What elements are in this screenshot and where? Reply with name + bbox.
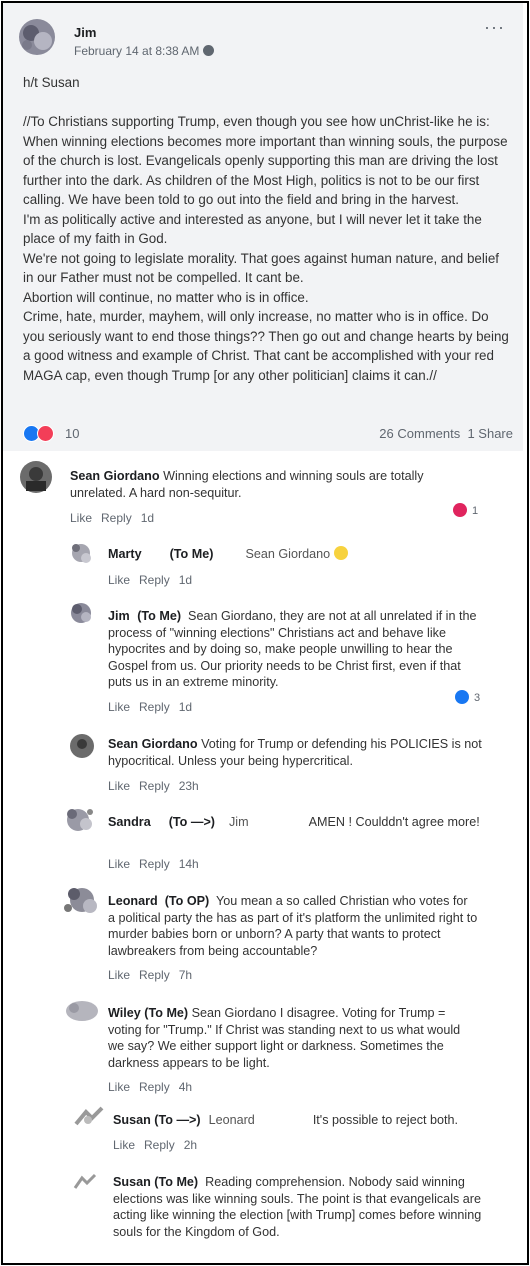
comment-tag: (To Me) [144, 1006, 189, 1020]
sandra-avatar[interactable] [60, 802, 100, 838]
comment-6: Wiley (To Me) Sean Giordano I disagree. … [108, 1005, 478, 1071]
smiley-emoji-icon [334, 546, 349, 560]
reply-link[interactable]: Reply [139, 700, 170, 714]
comment-4: Sandra (To —>) Jim AMEN ! Coulddn't agree m… [108, 814, 488, 831]
comment-time[interactable]: 1d [141, 511, 154, 525]
comment-author[interactable]: Sean Giordano [70, 469, 160, 483]
comment-actions: Like Reply 23h [108, 779, 208, 793]
comment-mention[interactable]: Jim [229, 815, 249, 829]
comment-time[interactable]: 23h [179, 779, 199, 793]
comment-text: You mean a so called Christian who votes… [108, 894, 478, 958]
like-link[interactable]: Like [108, 779, 130, 793]
susan-avatar[interactable] [72, 1104, 106, 1130]
comment-tag: (To Me) [137, 609, 182, 623]
jim-comment-avatar[interactable] [66, 598, 96, 628]
comment-actions: Like Reply 1d [70, 511, 163, 525]
comment-3: Sean Giordano Voting for Trump or defend… [108, 736, 488, 769]
comment-actions: Like Reply 7h [108, 968, 201, 982]
like-reaction-icon[interactable] [455, 690, 469, 704]
comment-time[interactable]: 2h [184, 1138, 197, 1152]
comments-shares: 26 Comments 1 Share [379, 426, 513, 441]
comment-mention[interactable]: Leonard [209, 1113, 255, 1127]
comment-time[interactable]: 7h [179, 968, 192, 982]
like-link[interactable]: Like [108, 573, 130, 587]
reaction-bar: 10 26 Comments 1 Share [23, 425, 513, 445]
comment-tag: (To Me) [169, 547, 214, 561]
comment-actions: Like Reply 4h [108, 1080, 201, 1094]
wiley-avatar[interactable] [62, 996, 102, 1026]
sean-avatar[interactable] [70, 734, 94, 758]
comment-actions: Like Reply 1d [108, 573, 201, 587]
like-link[interactable]: Like [108, 968, 130, 982]
sean-avatar[interactable] [20, 461, 52, 493]
comment-0: Sean Giordano Winning elections and winn… [70, 468, 470, 501]
reply-link[interactable]: Reply [139, 857, 170, 871]
like-link[interactable]: Like [113, 1138, 135, 1152]
comment-1: Marty (To Me) Sean Giordano [108, 546, 508, 563]
reply-link[interactable]: Reply [139, 573, 170, 587]
comment-author[interactable]: Susan [113, 1175, 151, 1189]
comment-time[interactable]: 1d [179, 700, 192, 714]
reaction-count[interactable]: 3 [474, 692, 480, 704]
marty-avatar[interactable] [66, 539, 96, 567]
love-reaction-icon[interactable] [453, 503, 467, 517]
reply-link[interactable]: Reply [144, 1138, 175, 1152]
comment-actions: Like Reply 1d [108, 700, 201, 714]
comment-author[interactable]: Jim [108, 609, 130, 623]
susan-avatar[interactable] [72, 1172, 98, 1192]
comment-author[interactable]: Sandra [108, 815, 151, 829]
comment-2: Jim (To Me) Sean Giordano, they are not … [108, 608, 478, 691]
post-date[interactable]: February 14 at 8:38 AM [74, 44, 215, 58]
comment-time[interactable]: 14h [179, 857, 199, 871]
comment-reactions: 3 [455, 690, 480, 704]
more-options-icon[interactable]: ··· [484, 17, 505, 38]
comment-author[interactable]: Sean Giordano [108, 737, 198, 751]
reaction-count[interactable]: 1 [472, 505, 478, 517]
reply-link[interactable]: Reply [139, 779, 170, 793]
comment-time[interactable]: 1d [179, 573, 192, 587]
comment-author[interactable]: Wiley [108, 1006, 141, 1020]
comment-reactions: 1 [453, 503, 478, 517]
comment-actions: Like Reply 14h [108, 857, 208, 871]
comment-author[interactable]: Leonard [108, 894, 158, 908]
comment-text: It's possible to reject both. [312, 1113, 459, 1127]
like-link[interactable]: Like [108, 700, 130, 714]
post-text: h/t Susan //To Christians supporting Tru… [23, 75, 509, 383]
reply-link[interactable]: Reply [139, 1080, 170, 1094]
comment-text: AMEN ! Coulddn't agree more! [308, 815, 480, 829]
love-reaction-icon[interactable] [37, 425, 54, 442]
comment-time[interactable]: 4h [179, 1080, 192, 1094]
shares-count[interactable]: 1 Share [467, 426, 513, 441]
like-link[interactable]: Like [108, 1080, 130, 1094]
reaction-count[interactable]: 10 [65, 426, 79, 441]
globe-icon [203, 45, 215, 56]
comment-tag: (To —>) [168, 815, 215, 829]
comment-text: Sean Giordano [245, 547, 331, 561]
comment-author[interactable]: Marty [108, 547, 142, 561]
comments-count[interactable]: 26 Comments [379, 426, 460, 441]
comment-5: Leonard (To OP) You mean a so called Chr… [108, 893, 478, 959]
reply-link[interactable]: Reply [101, 511, 132, 525]
like-link[interactable]: Like [70, 511, 92, 525]
comment-tag: (To Me) [154, 1175, 199, 1189]
post-card: Jim February 14 at 8:38 AM ··· h/t Susan… [3, 3, 523, 451]
jim-avatar[interactable] [15, 15, 59, 59]
comment-8: Susan (To Me) Reading comprehension. Nob… [113, 1174, 483, 1240]
comment-tag: (To OP) [164, 894, 210, 908]
post-date-text[interactable]: February 14 at 8:38 AM [74, 44, 199, 58]
reply-link[interactable]: Reply [139, 968, 170, 982]
like-link[interactable]: Like [108, 857, 130, 871]
comment-7: Susan (To —>) Leonard It's possible to rej… [113, 1112, 493, 1129]
comment-actions: Like Reply 2h [113, 1138, 206, 1152]
comment-tag: (To —>) [154, 1113, 201, 1127]
leonard-avatar[interactable] [60, 880, 104, 920]
comment-author[interactable]: Susan [113, 1113, 151, 1127]
post-author[interactable]: Jim [74, 25, 96, 40]
